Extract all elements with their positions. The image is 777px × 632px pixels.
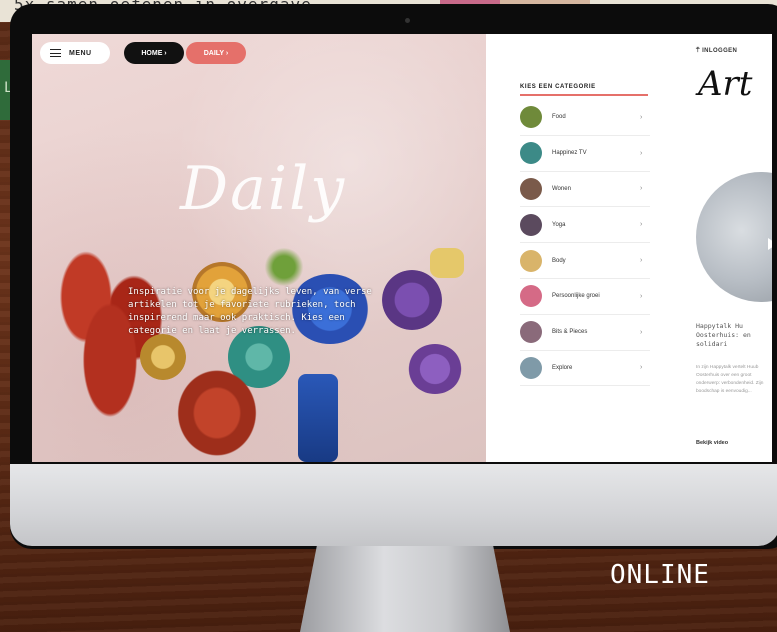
article-panel: ⍑ INLOGGEN Art Happytalk Hu Oosterhuis: … <box>666 34 772 462</box>
menu-button[interactable]: MENU <box>40 42 110 64</box>
category-label: Wonen <box>552 185 571 192</box>
category-item-food[interactable]: Food › <box>520 100 650 136</box>
category-heading: KIES EEN CATEGORIE <box>520 84 596 90</box>
category-label: Food <box>552 114 566 121</box>
blue-ribbon-decoration <box>298 374 338 462</box>
category-label: Explore <box>552 364 573 371</box>
red-coral-decoration <box>172 364 262 462</box>
hero-intro-text: Inspiratie voor je dagelijks leven, van … <box>128 287 372 336</box>
login-link[interactable]: ⍑ INLOGGEN <box>696 48 737 55</box>
home-label: HOME › <box>141 49 167 57</box>
monitor-chin <box>10 464 777 546</box>
breadcrumb-home[interactable]: HOME › <box>124 42 184 64</box>
gold-bowl-decoration <box>140 334 186 380</box>
watch-video-link[interactable]: Bekijk video <box>696 440 728 446</box>
article-body: In zijn Happytalk vertelt Huub Oosterhui… <box>696 365 764 394</box>
login-label: INLOGGEN <box>702 48 738 54</box>
online-label: ONLINE <box>610 560 710 590</box>
hamburger-icon <box>50 49 61 57</box>
category-list: Food › Happinez TV › Wonen › Yoga › Body <box>520 100 650 387</box>
category-item-explore[interactable]: Explore › <box>520 351 650 387</box>
category-panel: KIES EEN CATEGORIE Food › Happinez TV › … <box>486 34 666 462</box>
category-item-happinez-tv[interactable]: Happinez TV › <box>520 136 650 172</box>
page-title: Daily <box>180 154 347 224</box>
chevron-right-icon: › <box>640 292 643 300</box>
yellow-stone-decoration <box>430 248 464 278</box>
category-item-persoonlijke-groei[interactable]: Persoonlijke groei › <box>520 279 650 315</box>
menu-label: MENU <box>69 49 92 57</box>
category-thumbnail <box>520 106 542 129</box>
category-label: Happinez TV <box>552 150 587 157</box>
category-label: Bits & Pieces <box>552 329 588 336</box>
amethyst-decoration <box>408 344 462 394</box>
play-icon[interactable] <box>768 238 772 250</box>
chevron-right-icon: › <box>640 221 643 229</box>
category-thumbnail <box>520 177 542 200</box>
category-item-yoga[interactable]: Yoga › <box>520 207 650 244</box>
category-thumbnail <box>520 249 542 272</box>
green-leaf-decoration <box>264 248 304 286</box>
category-thumbnail <box>520 213 542 236</box>
user-icon: ⍑ <box>696 48 701 54</box>
camera-icon <box>405 18 410 23</box>
category-thumbnail <box>520 356 542 379</box>
category-thumbnail <box>520 321 542 344</box>
video-thumbnail[interactable] <box>696 172 772 302</box>
article-script-title: Art <box>698 64 753 104</box>
category-heading-underline <box>520 94 648 96</box>
chevron-right-icon: › <box>640 328 643 336</box>
chevron-right-icon: › <box>640 113 643 121</box>
category-item-bits-pieces[interactable]: Bits & Pieces › <box>520 315 650 351</box>
chevron-right-icon: › <box>640 149 643 157</box>
chevron-right-icon: › <box>640 257 643 265</box>
category-label: Body <box>552 257 566 264</box>
daily-label: DAILY › <box>203 49 229 57</box>
hero-section: MENU HOME › DAILY › Daily Inspiratie voo… <box>32 34 486 462</box>
category-label: Yoga <box>552 221 566 228</box>
category-item-wonen[interactable]: Wonen › <box>520 172 650 208</box>
category-thumbnail <box>520 285 542 308</box>
chevron-right-icon: › <box>640 185 643 193</box>
website-screen: MENU HOME › DAILY › Daily Inspiratie voo… <box>32 34 772 462</box>
category-label: Persoonlijke groei <box>552 293 600 300</box>
article-headline: Happytalk Hu Oosterhuis: en solidari <box>696 322 751 348</box>
category-thumbnail <box>520 142 542 165</box>
chevron-right-icon: › <box>640 364 643 372</box>
monitor-stand <box>300 546 510 632</box>
breadcrumb-daily[interactable]: DAILY › <box>186 42 246 64</box>
category-item-body[interactable]: Body › <box>520 243 650 279</box>
